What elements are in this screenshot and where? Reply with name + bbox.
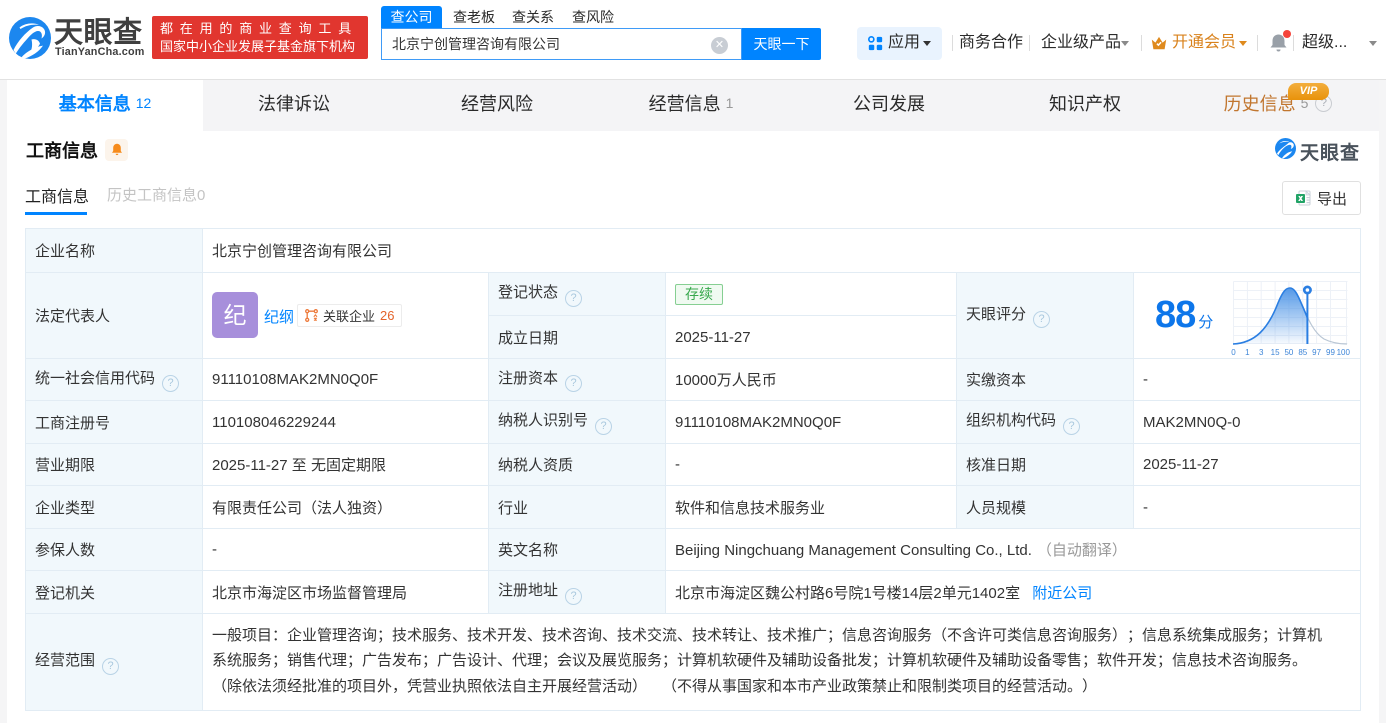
svg-text:99: 99 — [1326, 348, 1335, 357]
svg-text:15: 15 — [1271, 348, 1280, 357]
svg-text:3: 3 — [1259, 348, 1264, 357]
svg-text:50: 50 — [1284, 348, 1293, 357]
svg-text:100: 100 — [1337, 348, 1351, 357]
svg-text:0: 0 — [1231, 348, 1236, 357]
svg-text:1: 1 — [1245, 348, 1250, 357]
svg-text:85: 85 — [1298, 348, 1307, 357]
svg-text:97: 97 — [1312, 348, 1321, 357]
